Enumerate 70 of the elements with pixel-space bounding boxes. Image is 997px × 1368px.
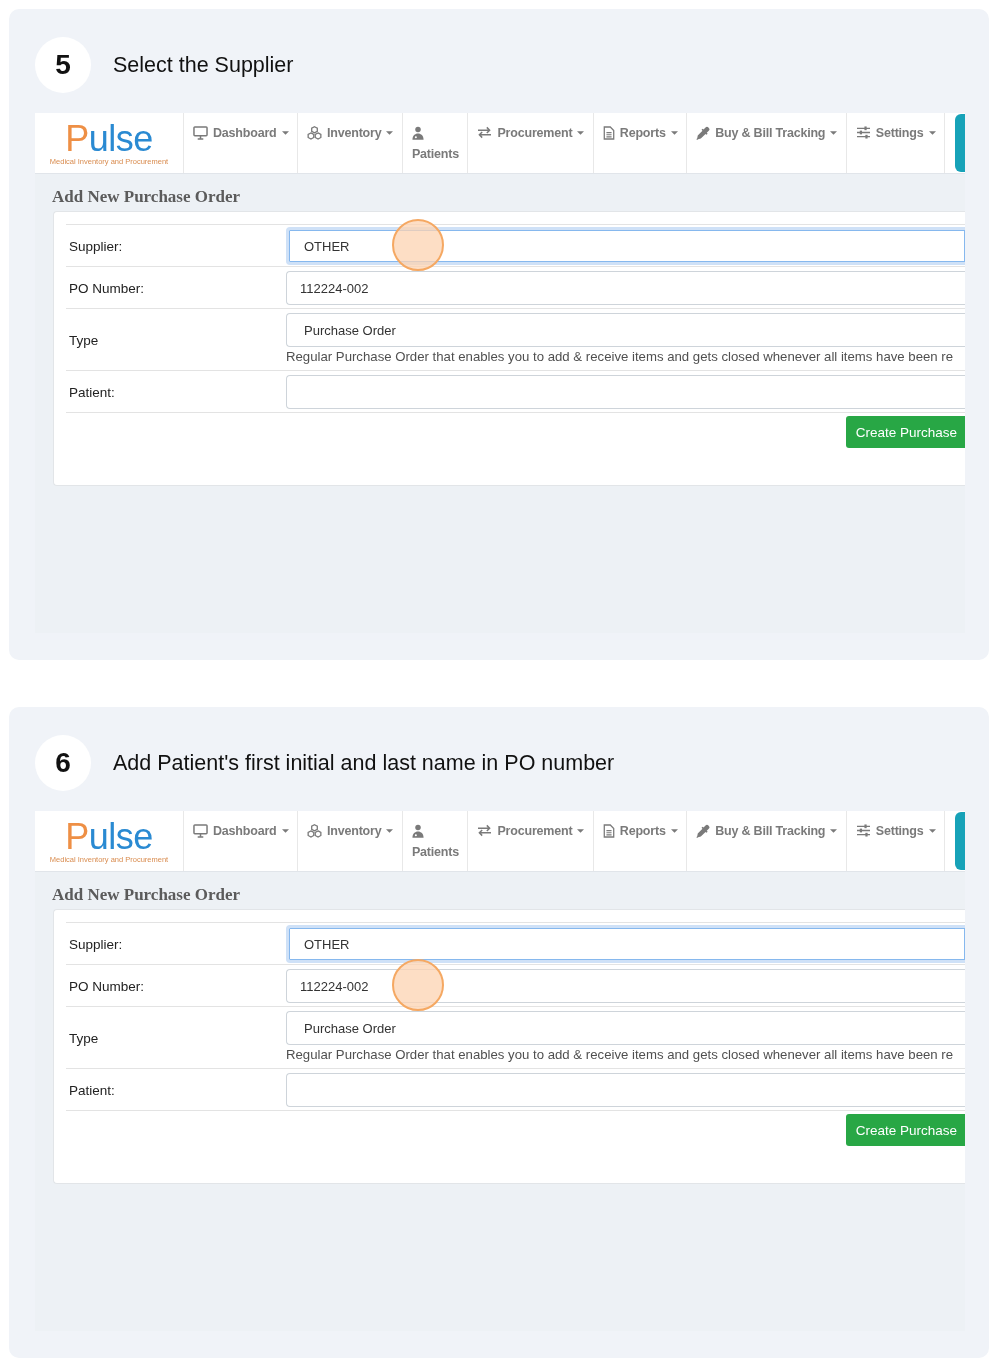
monitor-icon — [193, 126, 208, 140]
nav-menu-item[interactable]: Reports — [592, 113, 687, 173]
select-field[interactable]: OTHER — [286, 227, 965, 265]
caret-icon — [670, 131, 678, 135]
caret-icon — [928, 131, 936, 135]
field-label: Patient: — [69, 384, 115, 400]
swap-arrows-icon — [477, 126, 493, 139]
input-field[interactable]: 112224-002 — [286, 969, 965, 1003]
header-button[interactable] — [955, 812, 965, 870]
nav-menu-item[interactable]: Dashboard — [183, 811, 297, 871]
select-field[interactable]: Purchase Order — [286, 1011, 965, 1045]
select-field[interactable]: Purchase Order — [286, 313, 965, 347]
nav-menu-item[interactable]: Inventory — [297, 113, 402, 173]
nav-menu-item[interactable]: Buy & Bill Tracking — [686, 811, 846, 871]
logo-wordmark[interactable]: Pulse — [65, 820, 153, 854]
step-title: Select the Supplier — [113, 52, 294, 78]
document-icon — [602, 824, 615, 838]
eyedropper-icon — [696, 824, 711, 838]
input-field[interactable] — [286, 1073, 965, 1107]
field-label: Type — [69, 1030, 99, 1046]
field-label: Supplier: — [69, 238, 123, 254]
field-label: PO Number: — [69, 978, 145, 994]
caret-icon — [281, 131, 289, 135]
caret-icon — [386, 131, 394, 135]
nav-menu-item[interactable]: Reports — [592, 811, 687, 871]
nav-menu-item[interactable]: Buy & Bill Tracking — [686, 113, 846, 173]
monitor-icon — [193, 824, 208, 838]
header-button[interactable] — [955, 114, 965, 172]
logo-wordmark[interactable]: Pulse — [65, 122, 153, 156]
caret-icon — [577, 131, 585, 135]
field-label: PO Number: — [69, 280, 145, 296]
step-title: Add Patient's first initial and last name in PO number — [113, 750, 615, 776]
submit-button[interactable]: Create Purchase — [845, 416, 965, 448]
step-number: 5 — [35, 37, 91, 93]
nav-menu-item[interactable]: Procurement — [467, 113, 593, 173]
nav-menu-item[interactable]: Inventory — [297, 811, 402, 871]
caret-icon — [928, 829, 936, 833]
doctor-icon — [411, 126, 424, 140]
caret-icon — [577, 829, 585, 833]
field-label: Patient: — [69, 1082, 115, 1098]
caret-icon — [281, 829, 289, 833]
help-text: Regular Purchase Order that enables you to add & receive items and gets closed whenever all items have been re — [286, 349, 955, 365]
cubes-icon — [307, 126, 322, 140]
cubes-icon — [307, 824, 322, 838]
field-label: Supplier: — [69, 936, 123, 952]
sliders-icon — [855, 126, 871, 139]
caret-icon — [386, 829, 394, 833]
doctor-icon — [411, 824, 424, 838]
nav-menu-item[interactable]: Procurement — [467, 811, 593, 871]
nav-menu-item[interactable]: Dashboard — [183, 113, 297, 173]
caret-icon — [830, 829, 838, 833]
help-text: Regular Purchase Order that enables you to add & receive items and gets closed whenever all items have been re — [286, 1047, 955, 1063]
page-title: Add New Purchase Order — [51, 884, 242, 906]
input-field[interactable]: 112224-002 — [286, 271, 965, 305]
nav-menu-item[interactable]: Patients — [401, 113, 468, 173]
step-number: 6 — [35, 735, 91, 791]
document-icon — [602, 126, 615, 140]
field-label: Type — [69, 332, 99, 348]
swap-arrows-icon — [477, 824, 493, 837]
input-field[interactable] — [286, 375, 965, 409]
nav-menu-item[interactable]: Settings — [845, 811, 944, 871]
select-field[interactable]: OTHER — [286, 925, 965, 963]
caret-icon — [670, 829, 678, 833]
caret-icon — [830, 131, 838, 135]
sliders-icon — [855, 824, 871, 837]
nav-menu-item[interactable]: Settings — [845, 113, 944, 173]
page-title: Add New Purchase Order — [51, 186, 242, 208]
nav-menu-item[interactable]: Patients — [401, 811, 468, 871]
submit-button[interactable]: Create Purchase — [845, 1114, 965, 1146]
eyedropper-icon — [696, 126, 711, 140]
